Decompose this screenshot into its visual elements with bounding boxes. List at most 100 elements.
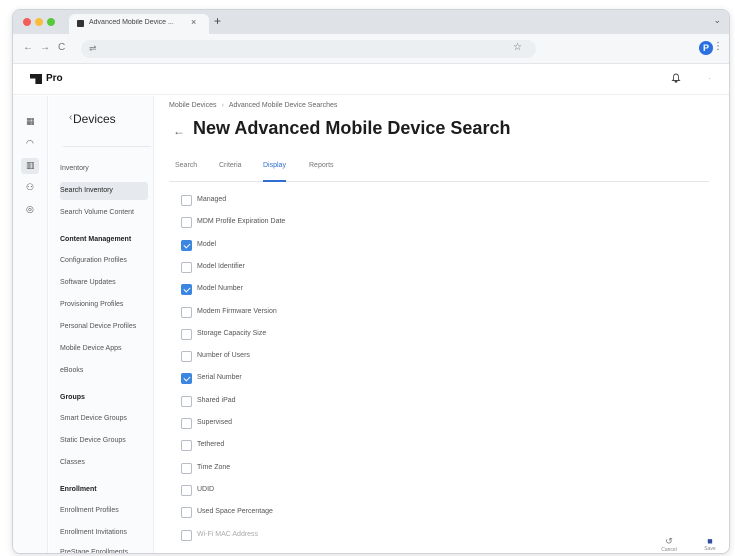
notifications-bell-icon[interactable] <box>671 73 681 86</box>
sidebar-item-search-inventory[interactable]: Search Inventory <box>60 182 148 200</box>
browser-window: Advanced Mobile Device ... × + ⌄ ← → C ⇌… <box>12 9 730 554</box>
tab-reports[interactable]: Reports <box>309 162 334 182</box>
breadcrumb-mobile-devices[interactable]: Mobile Devices <box>169 102 216 109</box>
extension-icon[interactable]: P <box>699 41 713 55</box>
criteria-checkbox[interactable] <box>181 284 192 296</box>
sidebar-item-search-volume-content[interactable]: Search Volume Content <box>60 204 148 222</box>
browser-menu-icon[interactable]: ⋮ <box>713 41 723 52</box>
maximize-window-button[interactable] <box>47 18 55 26</box>
criteria-label: Used Space Percentage <box>197 508 273 516</box>
cancel-button[interactable]: ↺ Cancel <box>655 536 683 553</box>
url-field[interactable]: ⇌ ☆ <box>81 40 536 58</box>
criteria-label: Wi-Fi MAC Address <box>197 530 259 538</box>
tab-display[interactable]: Display <box>263 162 286 182</box>
criteria-label: Storage Capacity Size <box>197 329 267 337</box>
sidebar-item-classes[interactable]: Classes <box>60 454 148 472</box>
page-title: New Advanced Mobile Device Search <box>193 118 511 138</box>
bookmark-star-icon[interactable]: ☆ <box>513 42 522 53</box>
sidebar-item-ebooks[interactable]: eBooks <box>60 362 148 380</box>
breadcrumb-advanced-searches[interactable]: Advanced Mobile Device Searches <box>229 102 338 109</box>
devices-sidebar: ‹ Devices Inventory Search Inventory Sea… <box>49 96 154 553</box>
sidebar-item-software-updates[interactable]: Software Updates <box>60 274 148 292</box>
criteria-label: MDM Profile Expiration Date <box>197 218 286 226</box>
sidebar-back-icon[interactable]: ‹ <box>69 112 72 123</box>
sidebar-item-mobile-device-apps[interactable]: Mobile Device Apps <box>60 340 148 358</box>
devices-icon[interactable]: ▥ <box>26 160 35 171</box>
criteria-checkbox[interactable] <box>181 440 192 452</box>
browser-tab-bar: Advanced Mobile Device ... × + ⌄ <box>13 10 729 34</box>
new-tab-button[interactable]: + <box>214 14 221 28</box>
criteria-checkbox[interactable] <box>181 195 192 206</box>
browser-tab[interactable]: Advanced Mobile Device ... × <box>69 14 209 34</box>
sidebar-heading-groups: Groups <box>60 394 85 401</box>
global-nav-rail: ▦ ◠ ▥ ⚇ ◎ <box>13 96 48 553</box>
criteria-label: Model <box>197 240 217 248</box>
tab-criteria[interactable]: Criteria <box>219 162 242 182</box>
brand-logo-icon <box>30 74 42 84</box>
sidebar-item-smart-device-groups[interactable]: Smart Device Groups <box>60 410 148 428</box>
criteria-checkbox[interactable] <box>181 484 192 496</box>
criteria-label: Supervised <box>197 419 233 426</box>
sidebar-item-personal-device-profiles[interactable]: Personal Device Profiles <box>60 318 148 336</box>
criteria-checkbox[interactable] <box>181 418 192 429</box>
sidebar-item-inventory[interactable]: Inventory <box>60 160 148 178</box>
criteria-label: Model Number <box>197 285 243 293</box>
search-tabs: Search Criteria Display Reports <box>169 162 709 182</box>
computer-icon[interactable]: ▦ <box>26 116 35 127</box>
sidebar-item-prestage-enrollments[interactable]: PreStage Enrollments <box>60 544 148 553</box>
criteria-checkbox[interactable] <box>181 261 192 273</box>
tab-close-icon[interactable]: × <box>191 17 196 27</box>
criteria-checkbox[interactable] <box>181 239 192 251</box>
criteria-checkbox[interactable] <box>181 351 192 363</box>
sidebar-item-enrollment-profiles[interactable]: Enrollment Profiles <box>60 502 148 520</box>
page-back-icon[interactable]: ← <box>173 124 185 138</box>
criteria-label: Number of Users <box>197 352 250 360</box>
criteria-checkbox[interactable] <box>181 462 192 474</box>
save-button[interactable]: ■ Save <box>696 536 724 553</box>
sidebar-heading-enrollment: Enrollment <box>60 486 97 493</box>
cancel-icon: ↺ <box>665 536 673 546</box>
tab-search-icon[interactable]: ⌄ <box>713 15 721 26</box>
criteria-checkbox[interactable] <box>181 328 192 340</box>
close-window-button[interactable] <box>23 18 31 26</box>
users-icon[interactable]: ⚇ <box>26 182 34 193</box>
settings-icon[interactable]: ◎ <box>26 204 34 215</box>
criteria-checkbox[interactable] <box>181 529 192 541</box>
criteria-label: Managed <box>197 196 227 203</box>
back-icon[interactable]: ← <box>23 42 33 53</box>
criteria-checkbox[interactable] <box>181 306 192 318</box>
sidebar-item-enrollment-invitations[interactable]: Enrollment Invitations <box>60 524 148 542</box>
save-label: Save <box>704 546 716 552</box>
sidebar-item-static-device-groups[interactable]: Static Device Groups <box>60 432 148 450</box>
save-icon: ■ <box>707 536 713 546</box>
criteria-checkbox[interactable] <box>181 217 192 229</box>
main-content: Mobile Devices › Advanced Mobile Device Se… <box>155 96 729 553</box>
site-settings-icon[interactable]: ⇌ <box>89 43 97 54</box>
forward-icon[interactable]: → <box>40 42 50 53</box>
criteria-checkbox[interactable] <box>181 373 192 385</box>
sidebar-item-provisioning-profiles[interactable]: Provisioning Profiles <box>60 296 148 314</box>
criteria-label: Model Identifier <box>197 262 245 270</box>
sidebar-item-configuration-profiles[interactable]: Configuration Profiles <box>60 252 148 270</box>
criteria-checkbox[interactable] <box>181 395 192 407</box>
tab-search[interactable]: Search <box>175 162 197 182</box>
header-more-icon[interactable]: · <box>708 73 711 83</box>
cancel-label: Cancel <box>661 547 677 553</box>
app-header: Pro · <box>13 65 729 95</box>
minimize-window-button[interactable] <box>35 18 43 26</box>
sidebar-divider <box>63 146 151 147</box>
breadcrumb: Mobile Devices › Advanced Mobile Device Se… <box>169 102 338 109</box>
criteria-label: Time Zone <box>197 463 231 471</box>
reload-icon[interactable]: C <box>58 42 65 53</box>
criteria-label: Shared iPad <box>197 396 236 404</box>
criteria-checkbox[interactable] <box>181 507 192 519</box>
criteria-label: UDID <box>197 485 215 493</box>
sidebar-title: Devices <box>73 112 116 126</box>
address-bar-row: ← → C ⇌ ☆ P ⋮ <box>13 34 729 64</box>
favicon-icon <box>77 20 84 27</box>
criteria-label: Serial Number <box>197 374 242 382</box>
sidebar-heading-content-management: Content Management <box>60 236 132 243</box>
apple-icon[interactable]: ◠ <box>26 138 34 149</box>
criteria-label: Modem Firmware Version <box>197 307 277 315</box>
criteria-label: Tethered <box>197 441 225 449</box>
